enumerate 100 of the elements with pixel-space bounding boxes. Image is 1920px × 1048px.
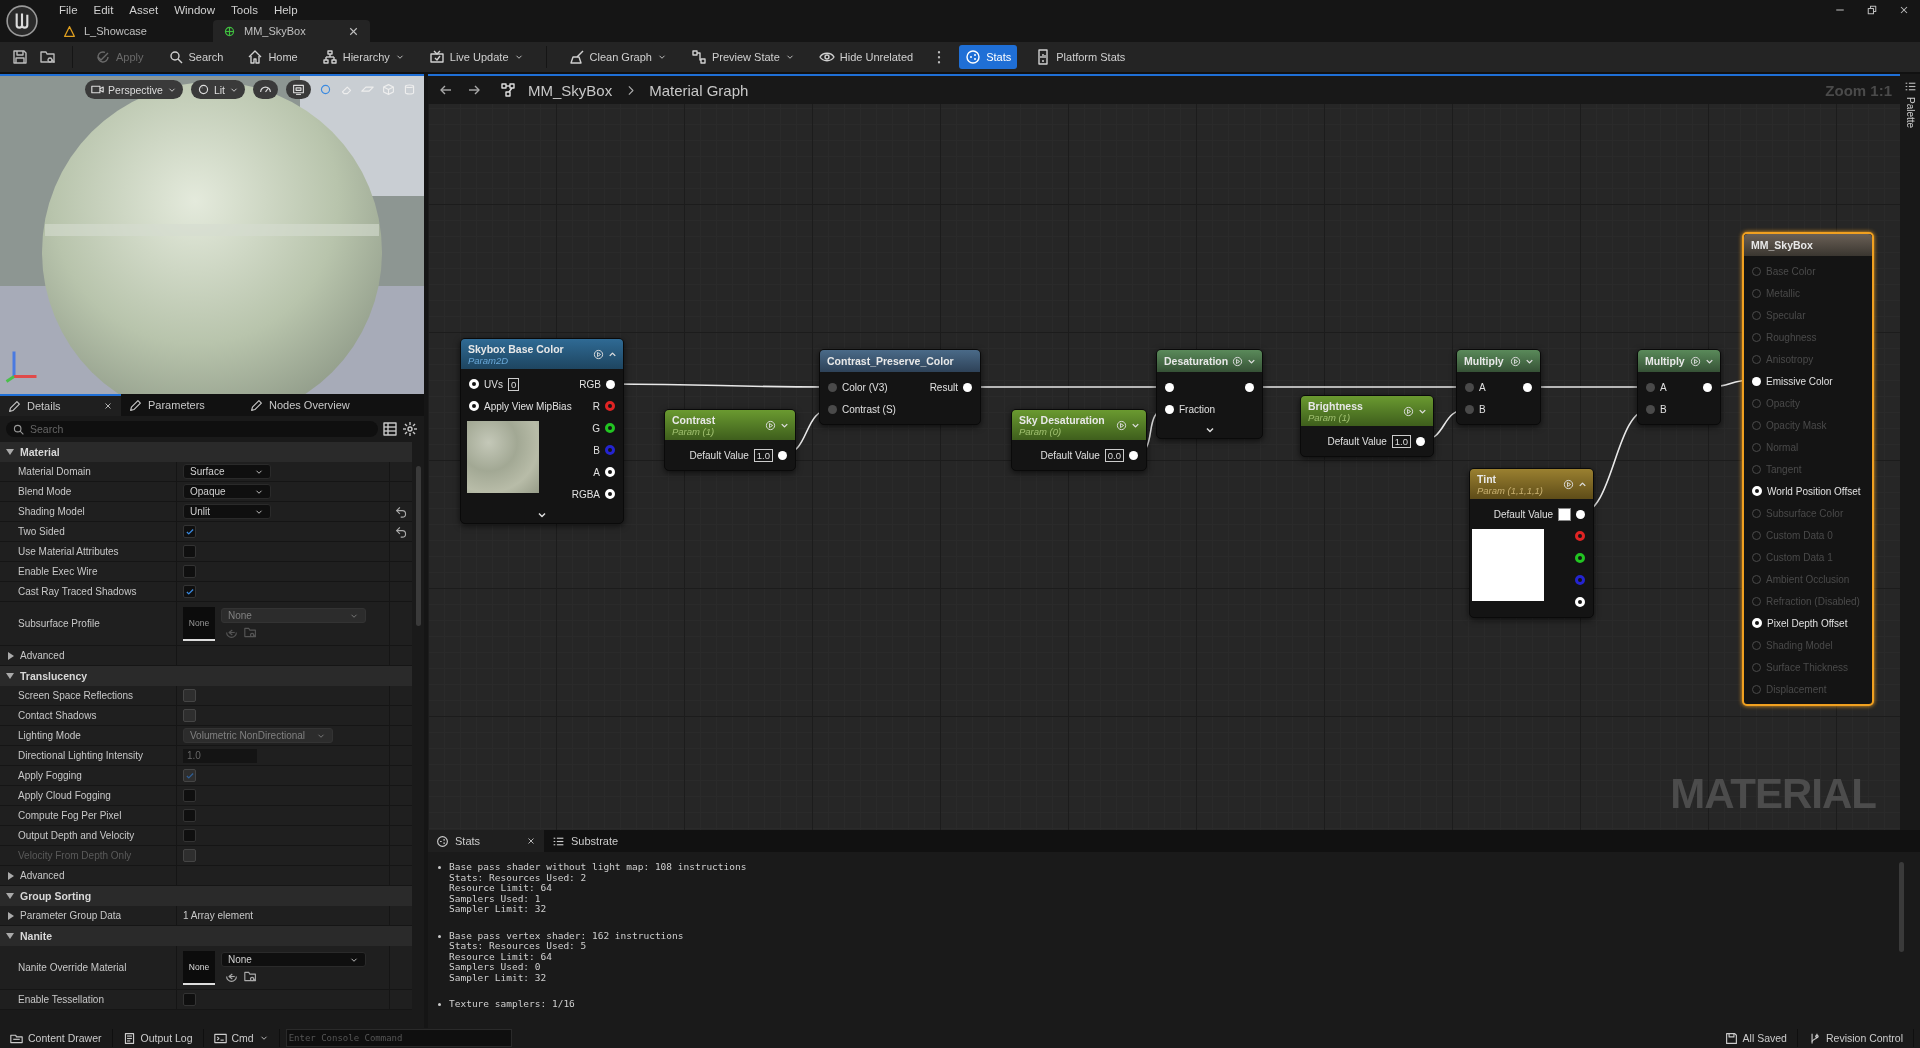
panel-tab[interactable]: Stats (428, 830, 544, 852)
toolbar-button[interactable]: Home (241, 45, 304, 69)
section-header[interactable]: Material (0, 442, 412, 462)
panel-tab[interactable]: Nodes Overview (242, 394, 363, 416)
restore-icon[interactable] (1866, 4, 1878, 16)
graph-node[interactable]: Sky Desaturation Param (0) Default Value 0.0 (1011, 409, 1147, 471)
checkbox[interactable] (183, 993, 196, 1006)
status-button[interactable]: Content Drawer (6, 1029, 113, 1047)
table-icon[interactable] (382, 421, 398, 437)
value-field[interactable]: 1.0 (753, 448, 773, 462)
graph-node[interactable]: Desaturation Fraction (1156, 349, 1263, 439)
section-header[interactable]: Nanite (0, 926, 412, 946)
section-header[interactable]: Group Sorting (0, 886, 412, 906)
menu-item[interactable]: Asset (129, 4, 159, 16)
input-pin[interactable] (828, 382, 837, 392)
browse-icon[interactable] (40, 49, 56, 65)
input-pin[interactable] (828, 404, 837, 414)
checkbox[interactable] (183, 545, 196, 558)
output-pin[interactable] (1245, 382, 1254, 392)
preview-toggle-icon[interactable] (765, 419, 776, 431)
input-pin[interactable] (1465, 404, 1474, 414)
preview-toggle-icon[interactable] (1232, 355, 1243, 367)
document-tab[interactable]: MM_SkyBox (213, 20, 370, 42)
output-pin[interactable] (606, 379, 615, 389)
input-pin[interactable] (1646, 404, 1655, 414)
toolbar-button[interactable]: Hierarchy (315, 45, 411, 69)
search-field[interactable]: Search (6, 421, 378, 437)
input-pin[interactable] (1465, 382, 1474, 392)
menu-item[interactable]: Tools (231, 4, 258, 16)
preview-toggle-icon[interactable] (1510, 355, 1521, 367)
menu-item[interactable]: File (59, 4, 78, 16)
breadcrumb-link[interactable]: MM_SkyBox (528, 81, 613, 99)
asset-thumbnail[interactable]: None (183, 950, 215, 985)
input-pin[interactable] (1752, 376, 1761, 386)
graph-node[interactable] (1742, 232, 1874, 706)
status-button[interactable]: All Saved (1720, 1029, 1798, 1047)
scrollbar[interactable] (1899, 862, 1904, 952)
dropdown[interactable]: Opaque (183, 484, 271, 499)
reset-icon[interactable] (394, 525, 408, 538)
toolbar-button[interactable]: Live Update (422, 45, 530, 69)
viewport-button[interactable]: Lit (190, 80, 245, 99)
checkbox[interactable] (183, 789, 196, 802)
expander-icon[interactable] (8, 911, 14, 920)
graph-node[interactable]: Multiply A B (1637, 349, 1721, 425)
output-pin[interactable] (1129, 450, 1138, 460)
output-pin[interactable] (1703, 382, 1712, 392)
toolbar-button[interactable]: Search (161, 45, 230, 69)
graph-node[interactable]: Multiply A B (1456, 349, 1541, 425)
input-pin[interactable] (1165, 404, 1174, 414)
output-pin[interactable] (1576, 509, 1585, 519)
asset-dropdown[interactable]: None (221, 952, 366, 967)
graph-node[interactable]: Tint Param (1,1,1,1) Default Value (1469, 468, 1594, 618)
checkbox[interactable] (183, 565, 196, 578)
preview-toggle-icon[interactable] (593, 348, 604, 360)
checkbox[interactable] (183, 525, 196, 538)
graph-node[interactable]: Skybox Base Color Param2D UVs 0 Apply View MipBias RGB R G B A RGBA (460, 338, 624, 524)
close-icon[interactable] (103, 401, 113, 411)
menu-item[interactable]: Help (273, 4, 298, 16)
graph-node[interactable]: Contrast_Preserve_Color Color (V3) Contrast (S) Result (819, 349, 981, 425)
settings-icon[interactable] (402, 421, 418, 437)
output-pin[interactable] (1523, 382, 1532, 392)
toolbar-button[interactable]: Preview State (684, 45, 801, 69)
panel-tab[interactable]: Substrate (544, 830, 660, 852)
expander-icon[interactable] (8, 651, 14, 660)
expander-icon[interactable] (8, 871, 14, 880)
save-icon[interactable] (12, 49, 28, 65)
output-pin[interactable] (1575, 553, 1585, 563)
checkbox[interactable] (183, 829, 196, 842)
menu-item[interactable]: Edit (93, 4, 114, 16)
output-pin[interactable] (1416, 436, 1425, 446)
value-field[interactable]: 1.0 (1391, 434, 1411, 448)
viewport[interactable]: Perspective Lit (0, 74, 424, 394)
graph-node[interactable]: Brightness Param (1) Default Value 1.0 (1300, 395, 1434, 457)
scrollbar[interactable] (416, 466, 421, 626)
color-swatch[interactable] (1558, 507, 1571, 521)
console-input[interactable]: Enter Console Command (285, 1029, 512, 1047)
input-pin[interactable] (1165, 382, 1174, 392)
engine-logo-icon[interactable] (5, 4, 39, 38)
reset-icon[interactable] (394, 505, 408, 518)
checkbox[interactable] (183, 809, 196, 822)
toolbar-button[interactable]: Clean Graph (562, 45, 673, 69)
output-pin[interactable] (963, 382, 972, 392)
close-icon[interactable] (526, 836, 536, 846)
toolbar-button[interactable]: Hide Unrelated (812, 45, 920, 69)
panel-tab[interactable]: Parameters (121, 394, 242, 416)
dropdown[interactable]: Unlit (183, 504, 271, 519)
preview-toggle-icon[interactable] (1563, 478, 1574, 490)
toolbar-button[interactable]: Stats (959, 45, 1018, 69)
status-button[interactable]: Revision Control (1803, 1029, 1914, 1047)
menu-item[interactable]: Window (174, 4, 216, 16)
value-field[interactable]: 0 (507, 377, 520, 391)
dropdown[interactable]: Surface (183, 464, 271, 479)
close-icon[interactable] (1898, 4, 1910, 16)
output-pin[interactable] (778, 450, 787, 460)
preview-toggle-icon[interactable] (1403, 405, 1414, 417)
browse-icon[interactable] (244, 970, 257, 983)
input-pin[interactable] (1646, 382, 1655, 392)
preview-toggle-icon[interactable] (1690, 355, 1701, 367)
value-field[interactable]: 0.0 (1104, 448, 1124, 462)
viewport-button[interactable]: Perspective (85, 80, 183, 99)
